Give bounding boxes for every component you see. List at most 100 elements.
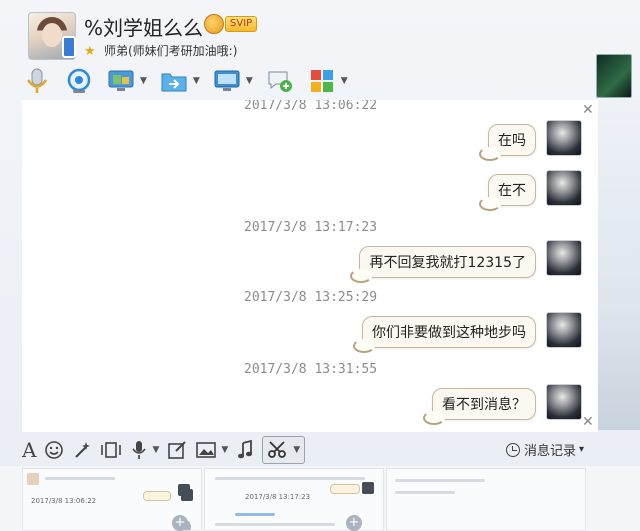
message-row: 在吗 [479,124,536,161]
mini-timestamp: 2017/3/8 13:06:22 [31,497,97,505]
mini-line [235,513,275,516]
message-text: 再不回复我就打12315了 [369,255,526,271]
message-text: 在吗 [498,133,526,149]
message-row: 看不到消息？ [423,388,536,425]
voice-call-button[interactable] [22,65,52,97]
scissors-icon [268,441,287,458]
contact-name[interactable]: %刘学姐么么 [84,12,203,41]
vip-label: SVIP [225,16,258,32]
my-avatar[interactable] [546,120,582,156]
message-timestamp: 2017/3/8 13:17:23 [244,220,378,235]
message-row: 在不 [479,174,536,211]
message-text: 你们非要做到这种地步吗 [372,325,526,341]
message-bubble[interactable]: 在不 [479,174,536,211]
remote-desktop-icon [106,66,136,96]
mini-avatar [362,482,374,494]
plus-icon[interactable]: + [346,515,362,531]
voice-call-icon [22,66,52,96]
chat-window: %刘学姐么么 SVIP ★ 师弟(师妹们考研加油哦:) ▼ ▼ ▼ ▼ 2017… [0,0,640,531]
image-icon [196,442,217,458]
apps-icon [307,66,337,96]
chat-header: %刘学姐么么 SVIP ★ 师弟(师妹们考研加油哦:) ▼ ▼ ▼ ▼ [0,0,640,100]
music-note-icon [238,440,253,459]
plus-icon[interactable]: + [172,515,188,531]
chevron-down-icon: ▾ [578,444,584,455]
remote-desktop-button[interactable]: ▼ [106,65,147,97]
message-timestamp: 2017/3/8 13:25:29 [244,290,378,305]
mini-bubble [330,484,360,494]
chevron-down-icon[interactable]: ▼ [140,76,147,86]
clock-icon [505,442,520,457]
my-avatar[interactable] [546,240,582,276]
bubble-curl-decoration [479,147,501,161]
message-history-button[interactable]: 消息记录 ▾ [505,440,584,459]
message-row: 再不回复我就打12315了 [350,246,536,283]
mini-avatar [178,484,190,496]
bubble-curl-decoration [353,339,375,353]
chevron-down-icon[interactable]: ▼ [246,76,253,86]
avatar-face [42,23,62,47]
bubble-curl-decoration [479,197,501,211]
font-button[interactable]: A [22,436,36,464]
message-bubble[interactable]: 在吗 [479,124,536,161]
mini-line [45,477,115,480]
video-call-icon [64,66,94,96]
vip-pig-icon [204,14,224,34]
message-bubble[interactable]: 你们非要做到这种地步吗 [353,316,536,353]
input-toolbar: A ▼ ▼ ▼ 消息记录 ▾ [22,434,598,466]
message-bubble[interactable]: 再不回复我就打12315了 [350,246,536,283]
message-text: 在不 [498,183,526,199]
preview-thumbnail-right[interactable]: + [386,468,586,531]
send-file-button[interactable]: ▼ [159,65,200,97]
screen-share-button[interactable]: ▼ [212,65,253,97]
microphone-icon [132,441,147,459]
contact-signature: 师弟(师妹们考研加油哦:) [104,44,238,58]
image-button[interactable]: ▼ [195,436,228,464]
message-text: 看不到消息？ [442,397,526,413]
mobile-online-icon [62,36,76,58]
friend-show-thumbnail[interactable] [596,54,632,98]
screen-share-icon [212,66,242,96]
message-bubble[interactable]: 看不到消息？ [423,388,536,425]
group-chat-button[interactable] [265,65,295,97]
vip-badge[interactable]: SVIP [204,14,266,34]
mini-timestamp: 2017/3/8 13:17:23 [245,493,311,501]
mini-line [395,491,455,494]
send-file-icon [159,66,189,96]
voice-message-button[interactable]: ▼ [130,436,159,464]
star-icon: ★ [84,44,96,59]
my-avatar[interactable] [546,312,582,348]
close-icon[interactable]: ✕ [582,414,594,430]
my-avatar[interactable] [546,384,582,420]
mini-line [395,479,485,482]
close-icon[interactable]: ✕ [582,102,594,118]
video-call-button[interactable] [64,65,94,97]
window-shake-icon [101,442,122,458]
chevron-down-icon[interactable]: ▼ [193,76,200,86]
message-list[interactable]: 2017/3/8 13:06:22 在吗 在不 2017/3/8 13:17:2… [22,100,598,432]
chat-toolbar: ▼ ▼ ▼ ▼ [22,64,360,98]
shake-button[interactable] [100,436,122,464]
magic-button[interactable] [72,436,92,464]
smile-icon [45,441,64,459]
apps-button[interactable]: ▼ [307,65,348,97]
bubble-curl-decoration [350,269,373,283]
chevron-down-icon[interactable]: ▼ [221,445,228,455]
magic-wand-icon [75,442,91,458]
message-timestamp: 2017/3/8 13:06:22 [244,100,378,113]
my-avatar[interactable] [546,170,582,206]
chevron-down-icon[interactable]: ▼ [341,76,348,86]
mini-bubble [143,491,171,501]
mini-avatar [27,473,39,485]
screenshot-button[interactable]: ▼ [262,436,306,464]
music-button[interactable] [236,436,254,464]
message-timestamp: 2017/3/8 13:31:55 [244,362,378,377]
chevron-down-icon[interactable]: ▼ [293,445,300,455]
emoji-button[interactable] [44,436,64,464]
chevron-down-icon[interactable]: ▼ [152,445,159,455]
edit-button[interactable] [167,436,187,464]
mini-line [215,477,365,480]
group-chat-icon [265,66,295,96]
pencil-icon [168,441,187,459]
message-row: 你们非要做到这种地步吗 [353,316,536,353]
